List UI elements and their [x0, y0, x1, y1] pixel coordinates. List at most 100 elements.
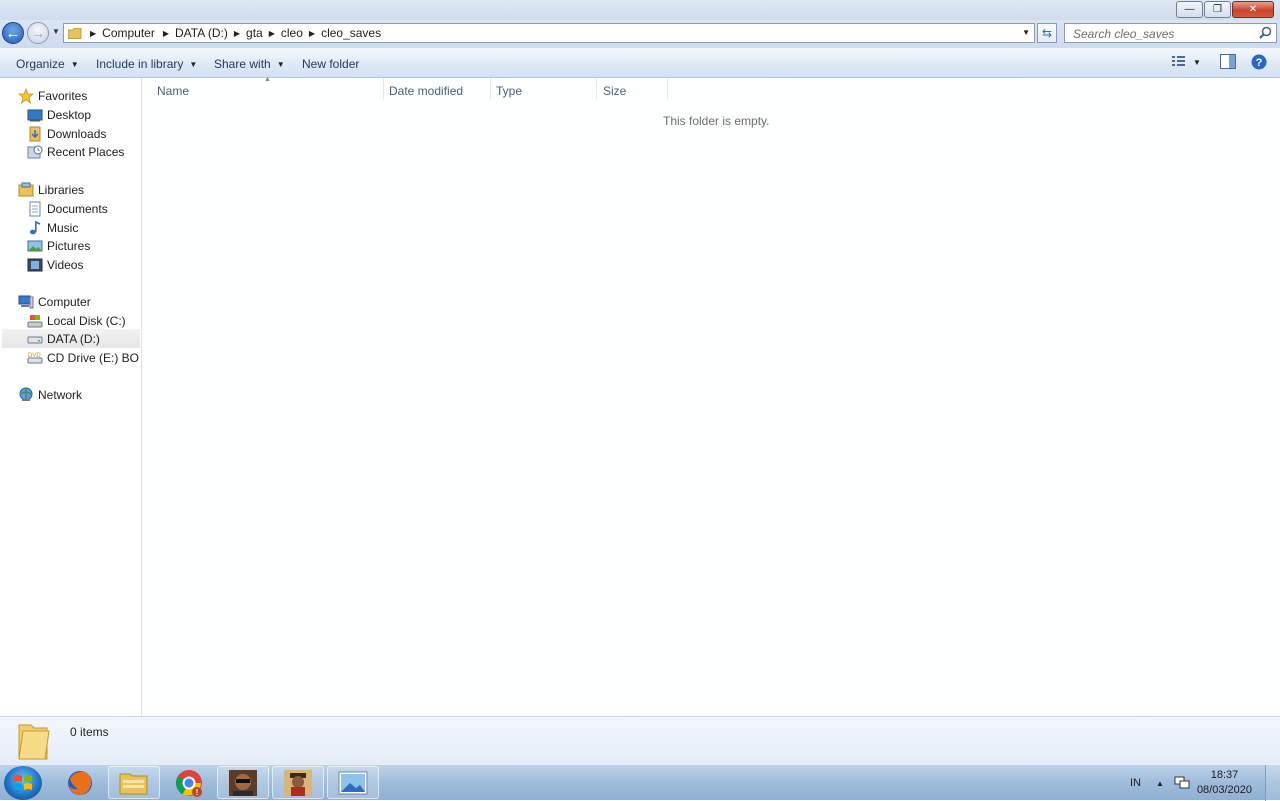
column-size[interactable]: Size — [603, 84, 626, 98]
start-button[interactable] — [4, 766, 42, 800]
forward-button[interactable]: → — [27, 22, 49, 44]
show-desktop-button[interactable] — [1265, 765, 1280, 801]
nav-item-pictures[interactable]: Pictures — [27, 236, 90, 255]
sort-ascending-icon: ▲ — [264, 76, 271, 83]
search-box[interactable] — [1064, 23, 1277, 43]
network-icon — [19, 387, 33, 401]
windows-logo-icon — [14, 775, 32, 790]
network-tray-icon — [1174, 776, 1190, 789]
nav-item-local-disk-c[interactable]: Local Disk (C:) — [27, 311, 126, 330]
column-divider[interactable] — [490, 78, 491, 100]
address-dropdown-icon[interactable]: ▼ — [1022, 28, 1030, 37]
search-input[interactable] — [1071, 25, 1255, 43]
recent-pages-dropdown[interactable]: ▼ — [52, 27, 60, 36]
downloads-folder-icon — [29, 126, 41, 141]
chevron-right-icon[interactable]: ▶ — [309, 29, 315, 38]
minimize-button[interactable]: — — [1176, 1, 1203, 18]
item-count: 0 items — [70, 725, 109, 739]
svg-text:DVD: DVD — [28, 353, 41, 359]
taskbar-game-app-2[interactable] — [272, 766, 324, 799]
computer-icon — [18, 295, 34, 308]
title-bar: — ❐ ✕ — [0, 0, 1280, 20]
window-controls: — ❐ ✕ — [1175, 1, 1274, 18]
chevron-right-icon[interactable]: ▶ — [269, 29, 275, 38]
organize-button[interactable]: Organize ▼ — [16, 57, 79, 71]
arrow-left-icon: ← — [5, 24, 21, 42]
nav-item-downloads[interactable]: Downloads — [27, 124, 106, 143]
view-options-dropdown-icon[interactable]: ▼ — [1193, 58, 1201, 67]
nav-item-music[interactable]: Music — [27, 218, 78, 237]
include-in-library-button[interactable]: Include in library ▼ — [96, 57, 197, 71]
breadcrumb-data-d[interactable]: ▶ DATA (D:) — [155, 26, 228, 40]
close-button[interactable]: ✕ — [1232, 1, 1274, 18]
file-list[interactable]: Name ▲ Date modified Type Size This fold… — [142, 76, 1280, 716]
star-icon — [18, 87, 34, 104]
column-divider[interactable] — [667, 78, 668, 100]
music-note-icon — [30, 220, 41, 234]
empty-folder-message: This folder is empty. — [663, 114, 770, 128]
nav-item-desktop[interactable]: Desktop — [27, 105, 91, 124]
help-button[interactable]: ? — [1251, 54, 1267, 73]
nav-libraries[interactable]: Libraries — [18, 180, 84, 199]
command-bar: Organize ▼ Include in library ▼ Share with… — [0, 48, 1280, 78]
refresh-icon: ⇆ — [1041, 26, 1053, 40]
clock-time: 18:37 — [1210, 769, 1239, 781]
chevron-right-icon[interactable]: ▶ — [163, 29, 169, 38]
nav-item-documents[interactable]: Documents — [27, 199, 108, 218]
taskbar-chrome[interactable]: ! — [163, 766, 215, 799]
column-type[interactable]: Type — [496, 84, 522, 98]
language-indicator[interactable]: IN — [1130, 765, 1141, 801]
change-view-button[interactable] — [1171, 54, 1187, 71]
column-name[interactable]: Name — [157, 84, 189, 98]
pictures-icon — [27, 240, 43, 251]
drive-icon — [27, 336, 43, 343]
breadcrumb-cleo[interactable]: ▶ cleo — [263, 26, 303, 40]
new-folder-button[interactable]: New folder — [302, 57, 359, 71]
taskbar-game-app[interactable] — [217, 766, 269, 799]
view-list-icon — [1172, 56, 1185, 66]
folder-icon — [18, 724, 50, 760]
explorer-folder-icon — [119, 773, 148, 794]
preview-pane-button[interactable] — [1220, 54, 1236, 72]
show-hidden-icons-button[interactable]: ▲ — [1156, 765, 1164, 801]
nav-favorites[interactable]: Favorites — [18, 86, 87, 105]
address-bar[interactable]: ▶ Computer ▶ DATA (D:) ▶ gta ▶ cleo ▶ cl… — [63, 23, 1035, 43]
nav-network[interactable]: Network — [18, 385, 82, 404]
nav-item-cd-drive-e[interactable]: DVD CD Drive (E:) BOLT! I — [27, 348, 140, 367]
details-pane: 0 items — [0, 716, 1280, 764]
taskbar-explorer[interactable] — [108, 766, 160, 799]
network-status-icon[interactable] — [1174, 765, 1190, 801]
clock[interactable]: 18:37 08/03/2020 — [1197, 768, 1252, 798]
videos-icon — [27, 258, 43, 271]
chevron-right-icon[interactable]: ▶ — [234, 29, 240, 38]
column-divider[interactable] — [596, 78, 597, 100]
taskbar-firefox[interactable] — [54, 766, 106, 799]
nav-computer[interactable]: Computer — [18, 292, 91, 311]
navigation-bar: ← → ▼ ▶ Computer ▶ DATA (D:) ▶ gta ▶ cle… — [0, 20, 1280, 48]
nav-item-videos[interactable]: Videos — [27, 255, 83, 274]
documents-icon — [29, 201, 41, 216]
svg-text:?: ? — [1256, 57, 1263, 69]
breadcrumb-gta[interactable]: ▶ gta — [228, 26, 263, 40]
column-date-modified[interactable]: Date modified — [389, 84, 463, 98]
clock-date: 08/03/2020 — [1196, 784, 1252, 796]
chrome-icon: ! — [175, 769, 202, 797]
back-button[interactable]: ← — [2, 22, 24, 44]
taskbar: ! IN ▲ 18:37 08/03/2020 — [0, 764, 1280, 801]
share-with-button[interactable]: Share with ▼ — [214, 57, 285, 71]
nav-item-recent-places[interactable]: Recent Places — [27, 142, 124, 161]
chevron-right-icon[interactable]: ▶ — [90, 29, 96, 38]
caret-down-icon: ▼ — [189, 59, 198, 69]
nav-item-data-d[interactable]: DATA (D:) — [2, 329, 140, 348]
photo-viewer-icon — [338, 771, 368, 794]
libraries-icon — [18, 182, 34, 196]
caret-down-icon: ▼ — [276, 59, 285, 69]
column-divider[interactable] — [383, 78, 384, 100]
breadcrumb-cleo-saves[interactable]: ▶ cleo_saves — [303, 26, 381, 40]
refresh-button[interactable]: ⇆ — [1037, 23, 1057, 43]
maximize-button[interactable]: ❐ — [1204, 1, 1231, 18]
firefox-icon — [68, 770, 92, 795]
breadcrumb-computer[interactable]: ▶ Computer — [88, 26, 155, 40]
search-icon[interactable] — [1259, 26, 1272, 39]
taskbar-photo-viewer[interactable] — [327, 766, 379, 799]
